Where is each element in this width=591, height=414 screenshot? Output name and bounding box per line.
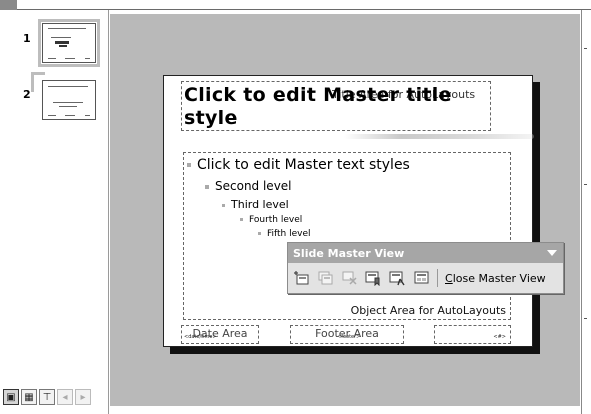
insert-new-slide-master-icon[interactable] [291,268,312,288]
footer-placeholder[interactable]: <footer> Footer Area [290,325,404,344]
view-buttons-bar: ▣ ▦ ⊤ ◂ ▸ [3,388,91,406]
delete-master-icon[interactable] [339,268,360,288]
body-level-4[interactable]: Fourth level [240,215,302,225]
slide-show-icon[interactable]: ⊤ [39,389,55,405]
body-level-2[interactable]: Second level [205,179,292,193]
number-placeholder[interactable]: <#> [434,325,511,344]
rename-master-icon[interactable] [387,268,408,288]
bullet-icon [240,218,243,221]
slide-master-canvas[interactable]: Title Area for AutoLayouts Click to edit… [163,75,534,347]
bullet-icon [187,163,191,167]
slide-thumbnail-2[interactable] [42,80,96,120]
master-layout-icon[interactable] [411,268,432,288]
body-level-3[interactable]: Third level [222,198,289,211]
toolbar-buttons: Close Master View [291,267,548,289]
pane-tab-strip [0,0,591,10]
slide-thumbnail-1[interactable] [38,19,100,67]
slide-thumbnail-pane[interactable]: 1 2 [0,10,109,414]
body-level-5[interactable]: Fifth level [258,229,311,239]
body-placeholder[interactable]: Click to edit Master text styles Second … [183,152,511,320]
scroll-left-icon[interactable]: ◂ [57,389,73,405]
footer-area-label: Footer Area [315,327,379,340]
pane-tab-corner[interactable] [0,0,17,10]
date-placeholder[interactable]: <date/time> Date Area [181,325,259,344]
number-area-tag: <#> [493,334,506,340]
insert-new-title-master-icon[interactable] [315,268,336,288]
bullet-icon [205,184,209,189]
object-area-label: Object Area for AutoLayouts [350,304,506,317]
toolbar-separator [437,269,438,287]
vertical-scrollbar[interactable] [581,10,591,414]
scroll-right-icon[interactable]: ▸ [75,389,91,405]
toolbar-title-bar[interactable]: Slide Master View [288,243,563,263]
master-title-text[interactable]: Click to edit Master title style [184,84,484,130]
toolbar-title: Slide Master View [293,247,405,260]
date-area-label: Date Area [192,327,248,340]
normal-view-icon[interactable]: ▣ [3,389,19,405]
ruler-tick [584,48,587,49]
thumbnail-number-2: 2 [23,88,31,101]
powerpoint-window: 1 2 ▣ ▦ ⊤ ◂ ▸ Title Area for AutoLayouts… [0,0,591,414]
bullet-icon [258,232,261,235]
close-master-view-button[interactable]: Close Master View [443,272,548,285]
ruler-tick [584,184,587,185]
preserve-master-icon[interactable] [363,268,384,288]
slide-sorter-icon[interactable]: ▦ [21,389,37,405]
thumbnail-number-1: 1 [23,32,31,45]
body-level-1[interactable]: Click to edit Master text styles [187,157,410,173]
ruler-tick [584,318,587,319]
title-underline-brush [344,134,534,139]
title-placeholder[interactable]: Title Area for AutoLayouts Click to edit… [181,81,491,131]
slide-master-view-toolbar[interactable]: Slide Master View Close Master View [287,242,564,294]
toolbar-options-icon[interactable] [547,250,557,256]
bullet-icon [222,203,225,207]
